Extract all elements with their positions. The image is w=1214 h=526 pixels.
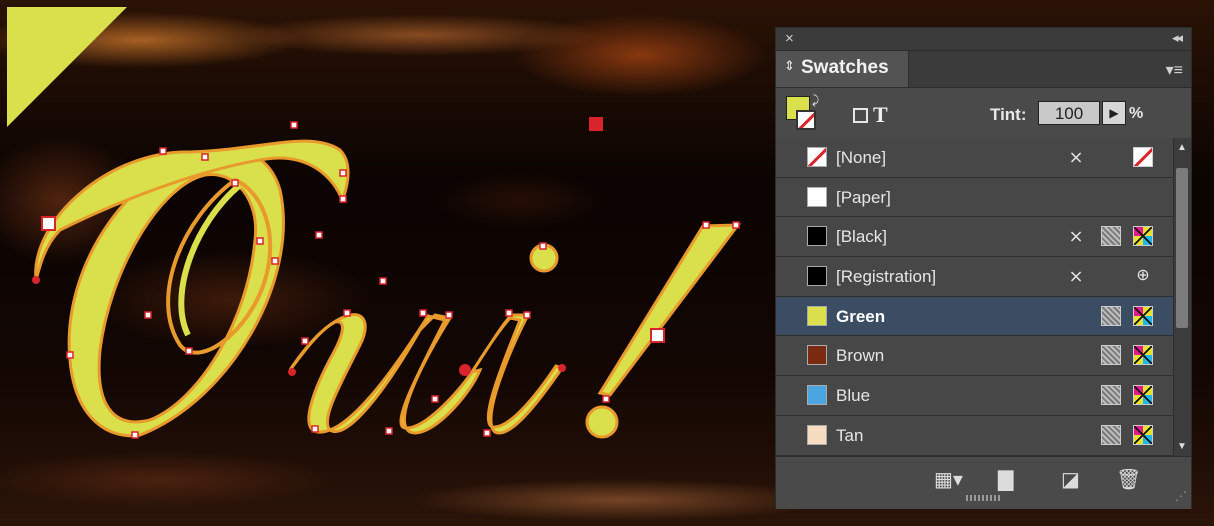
anchor-point-active[interactable] <box>558 364 566 372</box>
tint-percent-label: % <box>1129 105 1144 122</box>
registration-icon: ⊕ <box>1136 267 1150 285</box>
swatch-row-green[interactable]: Green <box>776 296 1173 337</box>
none-icon <box>1133 147 1153 167</box>
swatch-name: [Registration] <box>836 267 937 287</box>
new-color-group-icon[interactable]: ▇ <box>998 467 1013 492</box>
letter-u-shape[interactable] <box>288 313 483 435</box>
lock-icon: ⨯ <box>1068 226 1084 247</box>
swatch-list: [None] ⨯ [Paper] [Black] ⨯ [Registration… <box>776 138 1173 456</box>
exclamation-stroke-shape[interactable] <box>597 223 742 397</box>
stroke-swatch-icon[interactable] <box>796 110 816 130</box>
selected-anchor[interactable] <box>41 216 56 231</box>
anchor-point-active[interactable] <box>288 368 296 376</box>
swatch-chip-none <box>807 147 827 167</box>
process-icon <box>1101 345 1121 366</box>
swatch-name: Green <box>836 306 886 326</box>
tint-input[interactable]: 100 <box>1038 101 1100 125</box>
expand-collapse-arrows-icon[interactable]: ⇕ <box>784 58 795 74</box>
swatch-list-scrollbar[interactable]: ▲ ▼ <box>1173 138 1191 456</box>
swatch-row-brown[interactable]: Brown <box>776 336 1173 377</box>
process-icon <box>1101 226 1121 247</box>
new-swatch-icon[interactable]: ◪ <box>1061 467 1080 492</box>
cmyk-icon <box>1133 305 1153 326</box>
artwork[interactable] <box>0 0 775 526</box>
fill-stroke-widget[interactable]: ⤸ <box>786 93 822 136</box>
selected-anchor[interactable] <box>650 328 665 343</box>
cmyk-icon <box>1133 226 1153 247</box>
formatting-container-icon[interactable] <box>853 108 868 123</box>
swatch-chip-paper <box>807 186 827 207</box>
formatting-text-icon[interactable]: T <box>873 102 888 128</box>
lock-icon: ⨯ <box>1068 147 1084 167</box>
close-icon[interactable]: × <box>785 30 794 47</box>
cmyk-icon <box>1133 345 1153 366</box>
cmyk-icon <box>1133 424 1153 445</box>
cmyk-icon <box>1133 385 1153 406</box>
swatch-row-tan[interactable]: Tan <box>776 415 1173 456</box>
process-icon <box>1101 305 1121 326</box>
hidden-object-marker[interactable] <box>589 117 603 131</box>
swatch-chip-green <box>807 305 827 326</box>
tint-slider-arrow-icon[interactable]: ▶ <box>1102 101 1126 125</box>
swatch-name: Blue <box>836 386 871 406</box>
anchor-point-active[interactable] <box>459 364 471 376</box>
resize-corner-icon[interactable]: ⋰ <box>1175 489 1187 503</box>
tint-label: Tint: <box>990 105 1027 124</box>
letter-i-shape[interactable] <box>468 313 565 435</box>
scroll-up-icon[interactable]: ▲ <box>1177 142 1187 153</box>
panel-title: Swatches <box>801 57 889 78</box>
swatch-chip-black <box>807 226 827 247</box>
swatch-chip-registration <box>807 266 827 287</box>
process-icon <box>1101 385 1121 406</box>
swatch-name: [Black] <box>836 227 888 247</box>
process-icon <box>1101 424 1121 445</box>
swatch-chip-blue <box>807 385 827 406</box>
panel-menu-icon[interactable]: ▾≡ <box>1166 60 1183 80</box>
swatch-row-none[interactable]: [None] ⨯ <box>776 138 1173 178</box>
swatch-name: Brown <box>836 346 885 366</box>
exclamation-dot-shape[interactable] <box>585 405 619 439</box>
collapse-icon[interactable]: ◂◂ <box>1172 30 1183 46</box>
panel-resize-grip[interactable] <box>966 495 1000 501</box>
swatch-chip-brown <box>807 345 827 366</box>
letter-o-inner-loop-fill <box>178 182 242 337</box>
scroll-thumb[interactable] <box>1176 168 1188 328</box>
panel-title-bar[interactable]: × ◂◂ <box>776 28 1191 51</box>
swatch-row-paper[interactable]: [Paper] <box>776 177 1173 218</box>
scroll-down-icon[interactable]: ▼ <box>1177 441 1187 452</box>
panel-bottom-bar: ▦▾ ▇ ◪ 🗑 ⋰ <box>776 456 1191 509</box>
delete-swatch-icon[interactable]: 🗑 <box>1116 467 1141 492</box>
swatch-chip-tan <box>807 424 827 445</box>
swatch-name: [Paper] <box>836 187 891 207</box>
swatch-row-blue[interactable]: Blue <box>776 376 1173 416</box>
tab-swatches[interactable]: ⇕ Swatches <box>776 51 909 87</box>
swap-fill-stroke-icon[interactable]: ⤸ <box>812 93 819 108</box>
show-swatch-kinds-icon[interactable]: ▦▾ <box>934 467 963 492</box>
swatch-name: Tan <box>836 425 864 445</box>
lock-icon: ⨯ <box>1068 266 1084 287</box>
swatch-row-black[interactable]: [Black] ⨯ <box>776 217 1173 258</box>
panel-tab-row: ⇕ Swatches ▾≡ <box>776 51 1191 88</box>
swatch-row-registration[interactable]: [Registration] ⨯ ⊕ <box>776 257 1173 297</box>
anchor-point-active[interactable] <box>32 276 40 284</box>
document-canvas[interactable]: × ◂◂ ⇕ Swatches ▾≡ ⤸ T Tint: 100 ▶ % [No… <box>0 0 1214 526</box>
swatch-name: [None] <box>836 148 887 167</box>
swatches-panel: × ◂◂ ⇕ Swatches ▾≡ ⤸ T Tint: 100 ▶ % [No… <box>775 27 1192 509</box>
